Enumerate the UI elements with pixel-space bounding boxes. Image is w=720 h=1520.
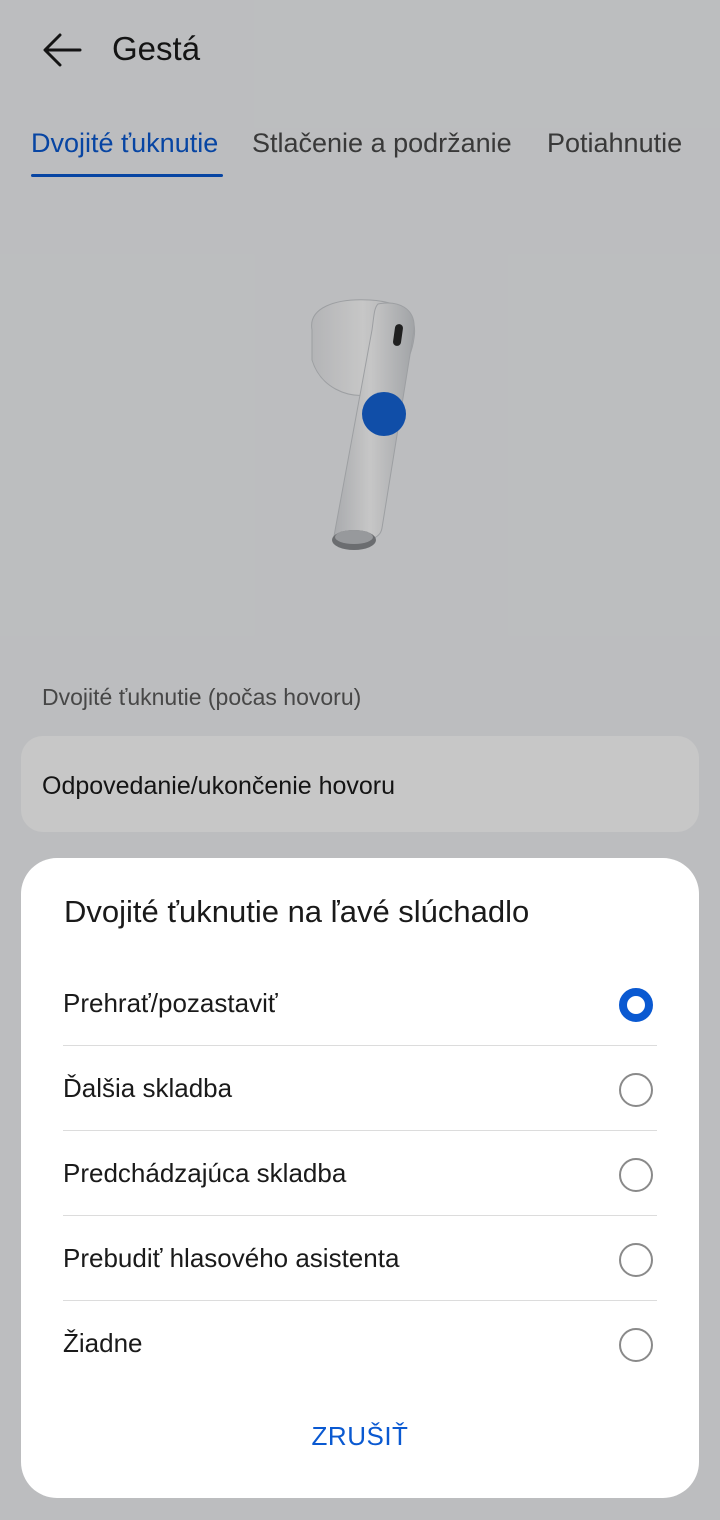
option-label: Ďalšia skladba — [63, 1073, 233, 1103]
option-wake-voice-assistant[interactable]: Prebudiť hlasového asistenta — [63, 1216, 657, 1301]
option-label: Žiadne — [63, 1328, 143, 1358]
option-label: Prehrať/pozastaviť — [63, 988, 278, 1018]
option-label: Prebudiť hlasového asistenta — [63, 1243, 400, 1273]
option-previous-track[interactable]: Predchádzajúca skladba — [63, 1131, 657, 1216]
option-play-pause[interactable]: Prehrať/pozastaviť — [63, 961, 657, 1046]
cancel-button[interactable]: ZRUŠIŤ — [260, 1410, 460, 1462]
radio-unselected[interactable] — [619, 1073, 653, 1107]
radio-unselected[interactable] — [619, 1328, 653, 1362]
option-label: Predchádzajúca skladba — [63, 1158, 347, 1188]
option-none[interactable]: Žiadne — [63, 1301, 657, 1386]
radio-unselected[interactable] — [619, 1243, 653, 1277]
radio-selected[interactable] — [619, 988, 653, 1022]
left-earbud-double-tap-dialog: Dvojité ťuknutie na ľavé slúchadlo Prehr… — [21, 858, 699, 1498]
dialog-title: Dvojité ťuknutie na ľavé slúchadlo — [64, 894, 530, 929]
option-next-track[interactable]: Ďalšia skladba — [63, 1046, 657, 1131]
radio-unselected[interactable] — [619, 1158, 653, 1192]
